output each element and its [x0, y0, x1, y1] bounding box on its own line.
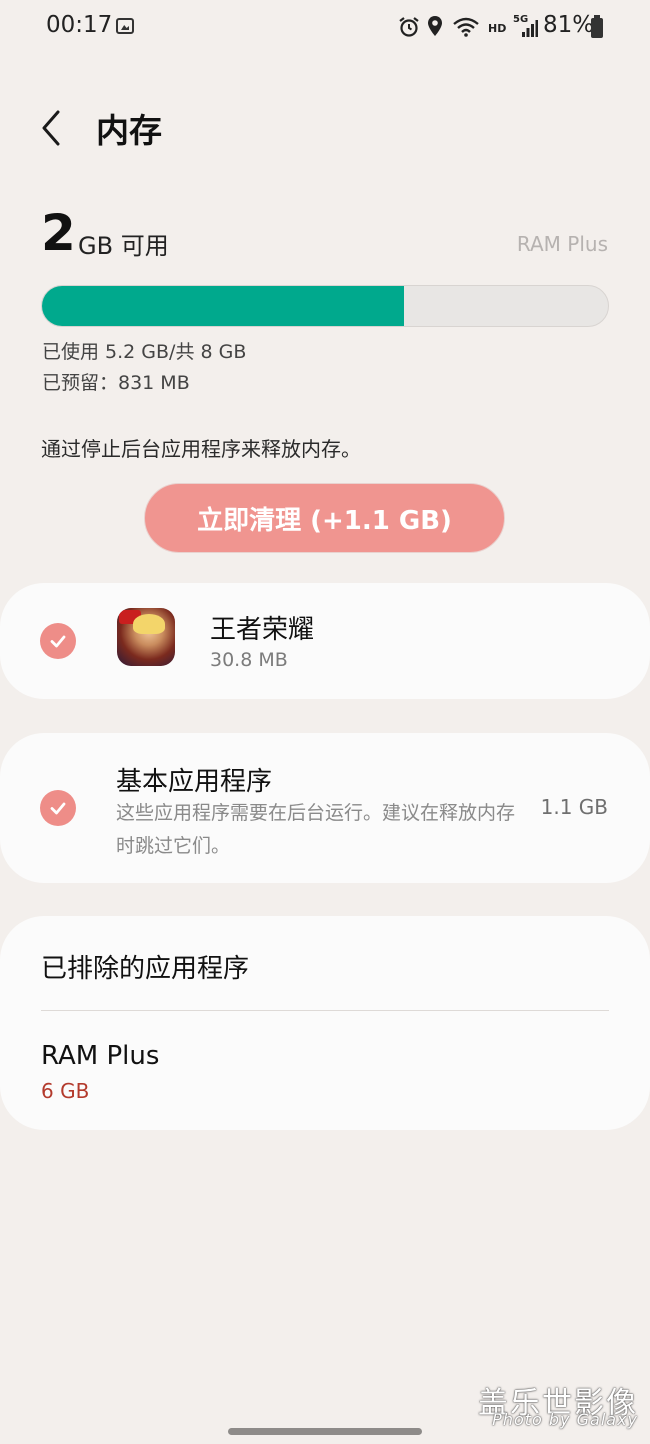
ram-plus-link[interactable]: RAM Plus: [517, 232, 608, 256]
back-icon[interactable]: [40, 108, 62, 148]
memory-usage-fill: [42, 286, 405, 326]
page-title: 内存: [96, 111, 162, 150]
status-bar: 00:17 HD 5G 81%: [0, 0, 650, 56]
hd-indicator: HD: [488, 22, 507, 35]
status-time: 00:17: [46, 12, 113, 38]
ram-plus-item[interactable]: RAM Plus: [41, 1041, 159, 1071]
wifi-icon: [453, 17, 479, 37]
game-app-icon: [117, 608, 175, 666]
app-list-card: 王者荣耀 30.8 MB: [0, 583, 650, 699]
checkmark-icon: [50, 635, 66, 648]
signal-icon: [522, 20, 538, 37]
available-memory-unit: GB 可用: [78, 232, 169, 260]
memory-description: 通过停止后台应用程序来释放内存。: [41, 437, 361, 461]
excluded-apps-item[interactable]: 已排除的应用程序: [41, 948, 249, 985]
home-indicator[interactable]: [228, 1428, 422, 1435]
list-item-app[interactable]: 王者荣耀 30.8 MB: [0, 583, 650, 699]
app-size: 30.8 MB: [210, 649, 288, 671]
ram-plus-value: 6 GB: [41, 1079, 90, 1103]
location-icon: [428, 16, 442, 36]
basic-apps-checkbox[interactable]: [40, 790, 76, 826]
clean-now-button[interactable]: 立即清理 (+1.1 GB): [144, 483, 505, 553]
image-notification-icon: [116, 18, 134, 34]
basic-apps-description: 这些应用程序需要在后台运行。建议在释放内存时跳过它们。: [116, 802, 516, 857]
app-name: 王者荣耀: [210, 615, 315, 645]
alarm-icon: [399, 17, 419, 37]
basic-apps-title: 基本应用程序: [116, 767, 273, 797]
app-checkbox[interactable]: [40, 623, 76, 659]
divider: [41, 1010, 609, 1011]
basic-apps-card[interactable]: 基本应用程序 这些应用程序需要在后台运行。建议在释放内存时跳过它们。 1.1 G…: [0, 733, 650, 883]
settings-card: 已排除的应用程序 RAM Plus 6 GB: [0, 916, 650, 1130]
battery-percent: 81%: [543, 12, 595, 38]
battery-icon: [591, 15, 603, 38]
reserved-memory-text: 已预留：831 MB: [42, 372, 190, 394]
available-memory-number: 2: [41, 204, 76, 262]
watermark-subtitle: Photo by Galaxy: [492, 1410, 638, 1429]
checkmark-icon: [50, 802, 66, 815]
basic-apps-size: 1.1 GB: [540, 795, 608, 819]
memory-usage-bar: [41, 285, 609, 327]
used-memory-text: 已使用 5.2 GB/共 8 GB: [42, 341, 247, 363]
